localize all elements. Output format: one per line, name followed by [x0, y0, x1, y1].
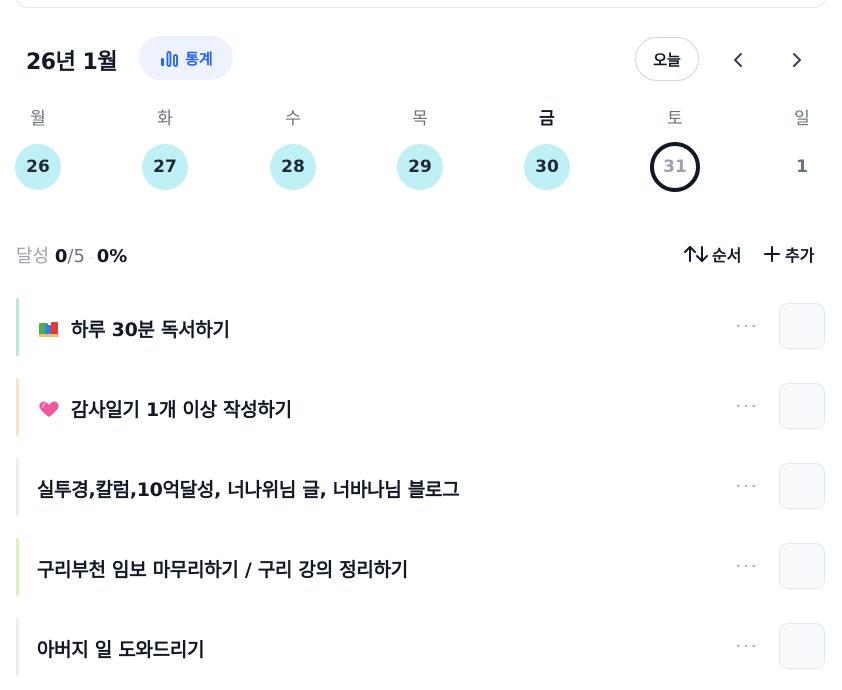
add-task-button[interactable]: 추가: [763, 240, 814, 268]
day-30[interactable]: 30: [524, 144, 570, 190]
add-label: 추가: [785, 246, 815, 265]
task-item[interactable]: 구리부천 임보 마무리하기 / 구리 강의 정리하기 ···: [16, 538, 828, 596]
weekday-label: 화: [157, 109, 173, 129]
chevron-left-icon: [734, 53, 742, 67]
prev-week-button[interactable]: [720, 42, 756, 78]
weekday-label: 목: [412, 109, 428, 129]
task-color-bar: [16, 458, 19, 516]
progress-label: 달성: [16, 246, 50, 267]
day-26[interactable]: 26: [15, 144, 61, 190]
weekday-label: 금: [539, 109, 555, 129]
task-checkbox[interactable]: [779, 463, 825, 509]
more-options-button[interactable]: ···: [732, 314, 762, 338]
progress-total: /5: [67, 246, 85, 267]
ellipsis-icon: ···: [735, 395, 759, 417]
task-title-row: 감사일기 1개 이상 작성하기: [37, 395, 292, 422]
stats-label: 통계: [185, 49, 213, 68]
task-title: 하루 30분 독서하기: [71, 319, 230, 341]
day-27[interactable]: 27: [142, 144, 188, 190]
habit-tracker: 26년 1월 통계 오늘 월 화 수 목 금 토 일 26 27 28 29 3…: [0, 0, 842, 690]
task-title: 아버지 일 도와드리기: [37, 639, 205, 661]
task-title: 실투경,칼럼,10억달성, 너나위님 글, 너바나님 블로그: [37, 479, 460, 501]
task-color-bar: [16, 538, 19, 596]
more-options-button[interactable]: ···: [732, 474, 762, 498]
more-options-button[interactable]: ···: [732, 554, 762, 578]
ellipsis-icon: ···: [735, 315, 759, 337]
ellipsis-icon: ···: [735, 555, 759, 577]
day-1[interactable]: 1: [779, 144, 825, 190]
task-color-bar: [16, 618, 19, 676]
task-item[interactable]: 하루 30분 독서하기 ···: [16, 298, 828, 356]
heart-icon: [37, 399, 61, 419]
task-item[interactable]: 아버지 일 도와드리기 ···: [16, 618, 828, 676]
task-title: 구리부천 임보 마무리하기 / 구리 강의 정리하기: [37, 559, 408, 581]
task-title: 감사일기 1개 이상 작성하기: [71, 399, 292, 421]
plus-icon: [764, 246, 780, 262]
task-checkbox[interactable]: [779, 543, 825, 589]
task-checkbox[interactable]: [779, 303, 825, 349]
progress-done: 0: [54, 246, 68, 267]
progress-separator: ·: [88, 251, 93, 265]
sort-button[interactable]: 순서: [683, 240, 741, 268]
weekday-label: 수: [285, 109, 301, 129]
task-checkbox[interactable]: [779, 383, 825, 429]
day-29[interactable]: 29: [397, 144, 443, 190]
sort-arrows-icon: [684, 246, 708, 262]
more-options-button[interactable]: ···: [732, 394, 762, 418]
top-card: [16, 0, 826, 8]
task-item[interactable]: 감사일기 1개 이상 작성하기 ···: [16, 378, 828, 436]
day-31-selected[interactable]: 31: [650, 142, 700, 192]
task-title-row: 하루 30분 독서하기: [37, 315, 230, 342]
task-color-bar: [16, 298, 19, 356]
weekday-label: 토: [667, 109, 683, 129]
ellipsis-icon: ···: [735, 475, 759, 497]
day-28[interactable]: 28: [270, 144, 316, 190]
progress-summary: 달성 0/5 · 0%: [16, 242, 127, 268]
chevron-right-icon: [793, 53, 801, 67]
progress-percent: 0%: [96, 246, 128, 267]
weekday-label: 일: [794, 109, 810, 129]
sort-label: 순서: [712, 246, 742, 265]
next-week-button[interactable]: [779, 42, 815, 78]
month-title: 26년 1월: [26, 50, 118, 75]
calendar-header: 26년 1월 통계 오늘: [0, 34, 842, 82]
more-options-button[interactable]: ···: [732, 634, 762, 658]
task-item[interactable]: 실투경,칼럼,10억달성, 너나위님 글, 너바나님 블로그 ···: [16, 458, 828, 516]
weekday-label: 월: [30, 109, 46, 129]
stats-button[interactable]: 통계: [139, 36, 233, 80]
bar-chart-icon: [161, 51, 179, 67]
books-icon: [37, 319, 61, 339]
task-checkbox[interactable]: [779, 623, 825, 669]
today-button[interactable]: 오늘: [635, 37, 699, 81]
ellipsis-icon: ···: [735, 635, 759, 657]
task-color-bar: [16, 378, 19, 436]
